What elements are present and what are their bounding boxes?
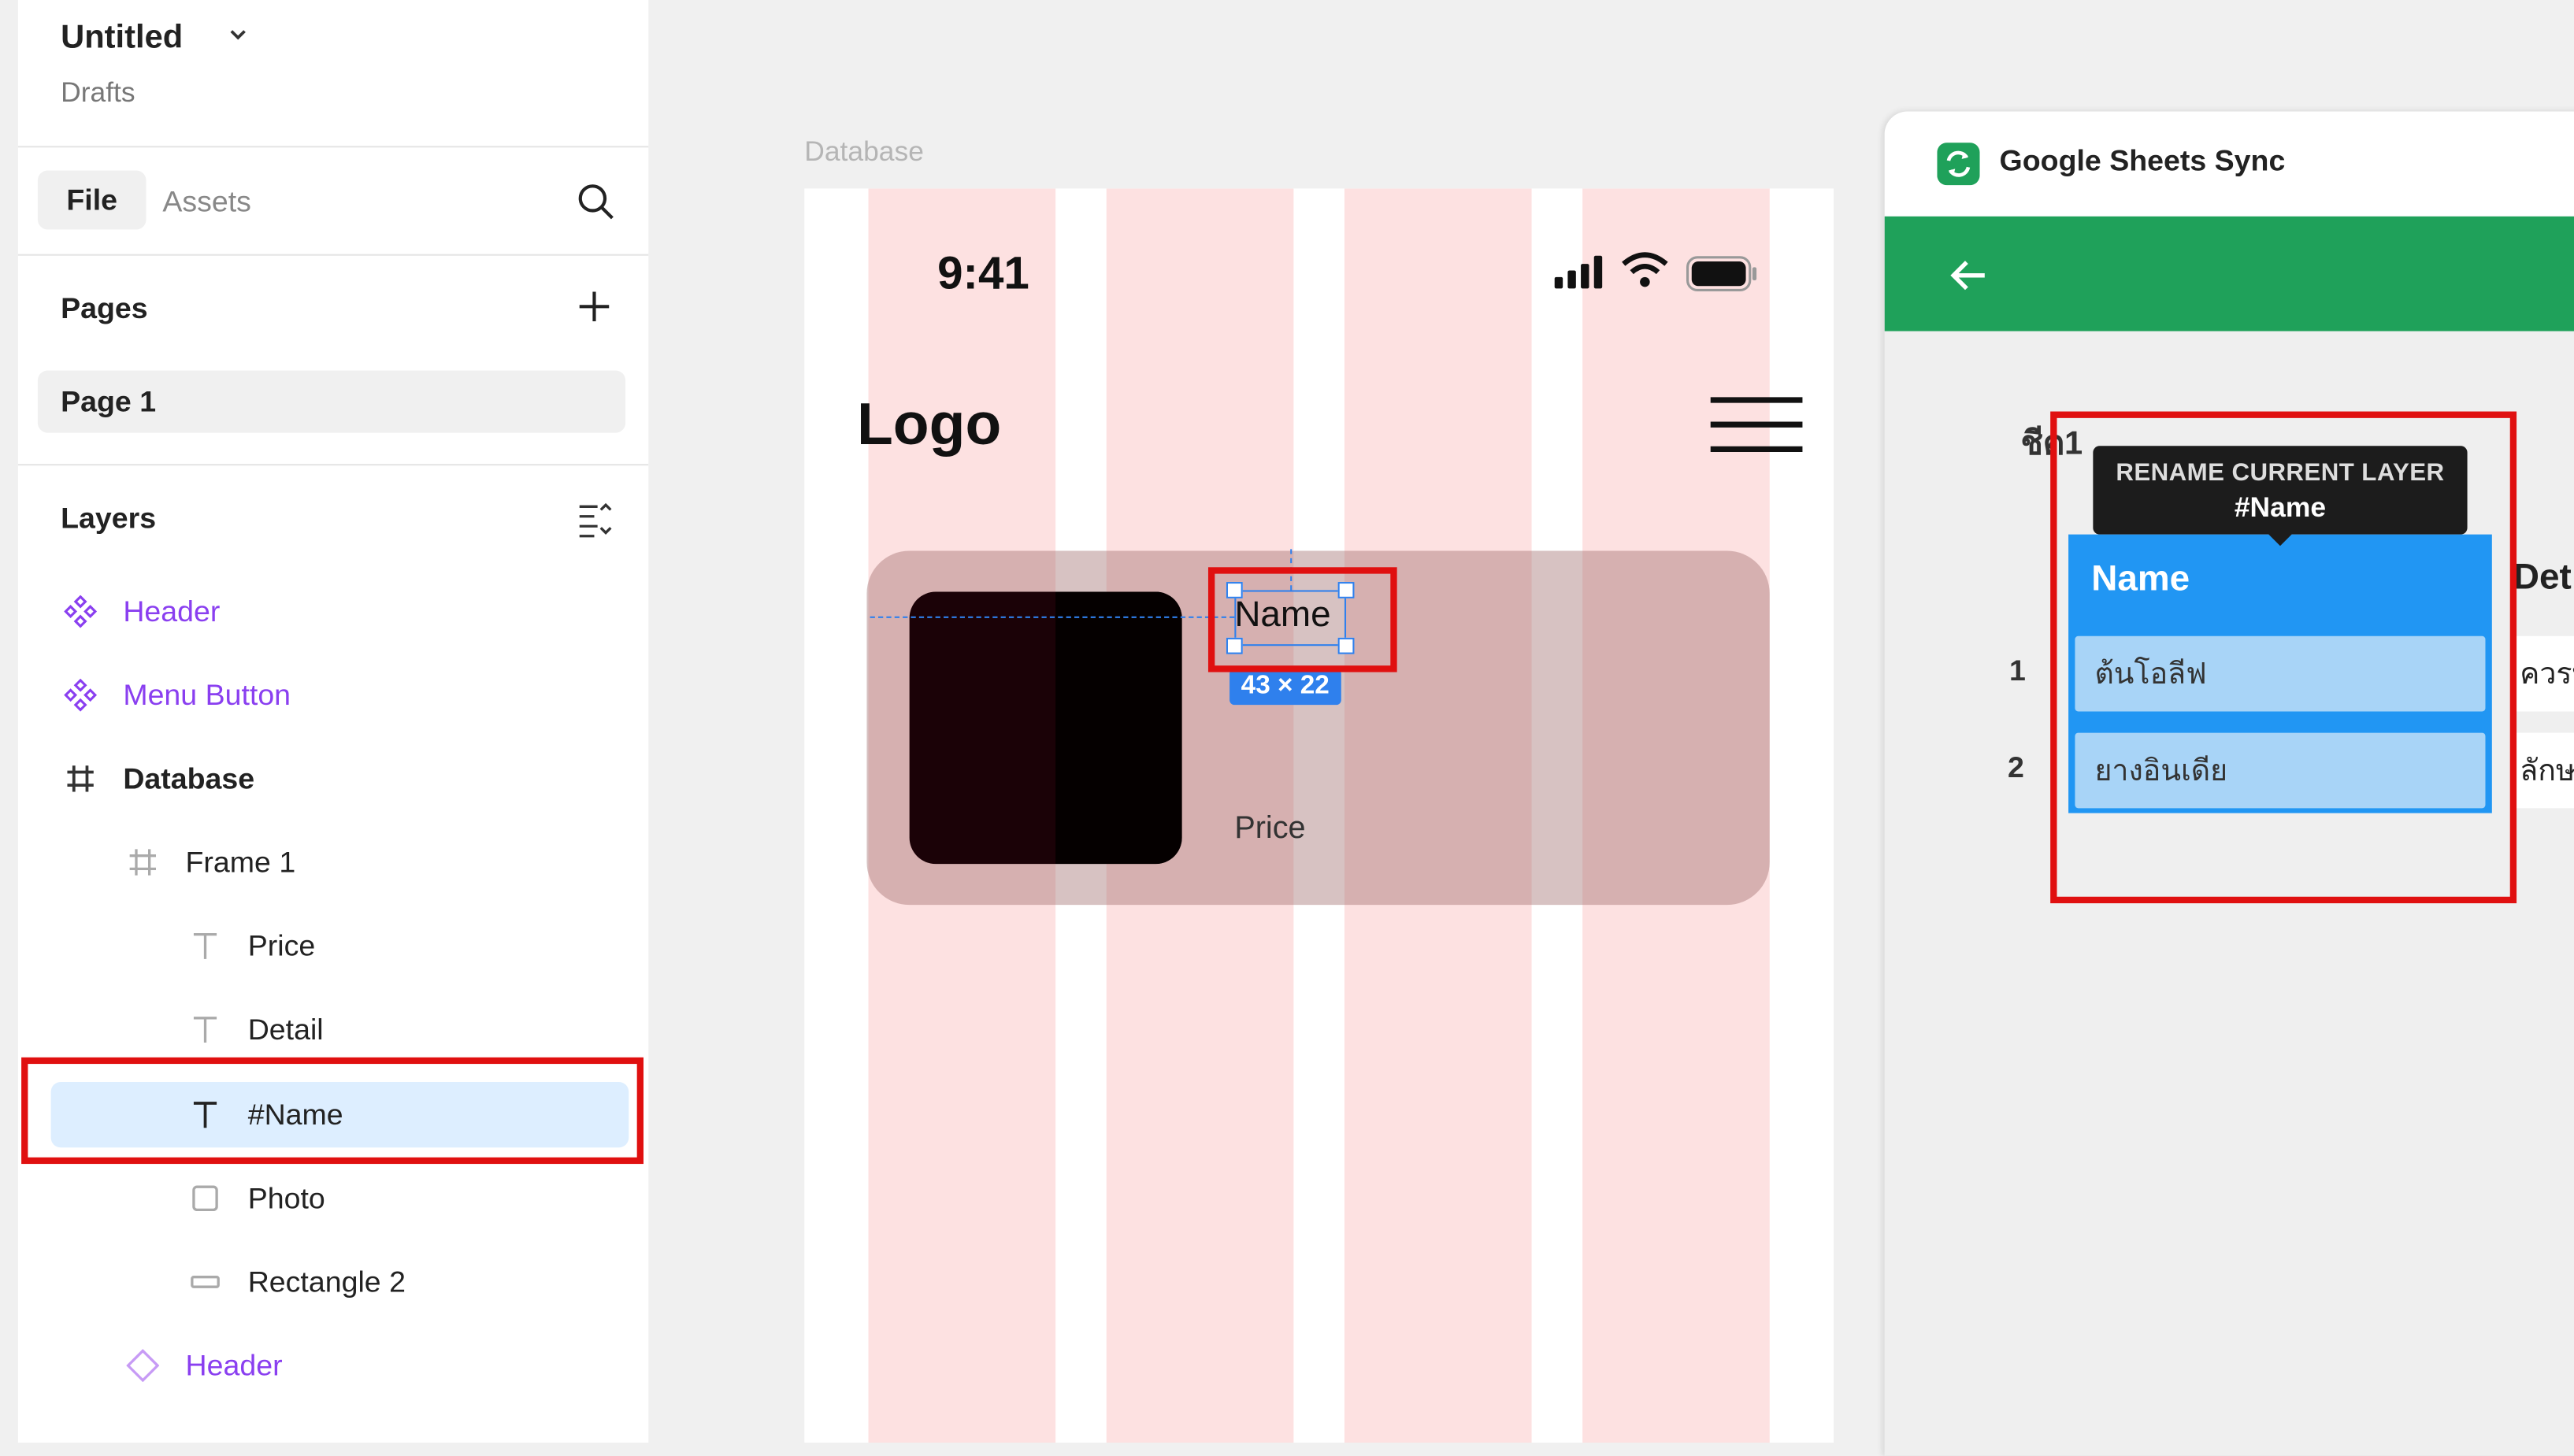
rectangle-icon	[186, 1184, 225, 1213]
highlight-name-text	[1207, 567, 1397, 672]
layer-label: Menu Button	[123, 677, 291, 711]
layer-rectangle-2[interactable]: Rectangle 2	[186, 1249, 406, 1314]
back-arrow-icon[interactable]	[1949, 257, 1988, 302]
layer-price-text[interactable]: Price	[186, 913, 316, 979]
component-icon	[61, 678, 100, 712]
layer-label: Photo	[247, 1180, 325, 1214]
detail-cell[interactable]: ควรบ	[2517, 635, 2574, 712]
battery-icon	[1686, 256, 1758, 300]
detail-column-header[interactable]: Det	[2513, 556, 2572, 598]
signal-icon	[1553, 254, 1609, 298]
layer-label: Database	[123, 761, 255, 795]
file-title[interactable]: Untitled	[61, 20, 183, 57]
layer-photo[interactable]: Photo	[186, 1165, 325, 1231]
layer-label: Header	[185, 1348, 283, 1381]
collapse-layers-icon[interactable]	[577, 502, 616, 546]
layers-heading: Layers	[61, 502, 157, 535]
database-frame[interactable]: 9:41 Logo Name 43 × 22 Price	[804, 188, 1834, 1443]
card-price-text[interactable]: Price	[1234, 811, 1305, 847]
instance-icon	[123, 1349, 162, 1382]
chevron-down-icon[interactable]	[228, 24, 248, 49]
measure-guide-horizontal	[870, 616, 1235, 618]
layer-label: Price	[247, 928, 316, 961]
layer-database-frame[interactable]: Database	[61, 746, 254, 811]
file-location[interactable]: Drafts	[61, 77, 135, 110]
status-time: 9:41	[937, 247, 1029, 298]
tab-file[interactable]: File	[37, 170, 147, 230]
highlight-name-column	[2050, 411, 2517, 904]
rectangle-icon	[186, 1267, 225, 1296]
component-icon	[61, 595, 100, 628]
card-photo[interactable]	[909, 591, 1182, 865]
wifi-icon	[1620, 251, 1670, 298]
frame-icon	[61, 764, 100, 793]
pages-heading: Pages	[61, 291, 148, 325]
highlight-selected-layer	[21, 1057, 644, 1165]
logo-text[interactable]: Logo	[857, 390, 1001, 458]
detail-cell[interactable]: ลักษ	[2517, 732, 2574, 809]
layer-detail-text[interactable]: Detail	[186, 997, 324, 1062]
add-page-icon[interactable]	[577, 288, 613, 332]
layer-label: Frame 1	[185, 845, 296, 878]
layers-panel: Untitled Drafts File Assets Pages Page 1…	[17, 0, 649, 1443]
selection-size-badge: 43 × 22	[1230, 669, 1341, 706]
layer-header-component[interactable]: Header	[61, 579, 220, 644]
text-icon	[186, 1015, 225, 1044]
layer-frame-1[interactable]: Frame 1	[123, 829, 295, 895]
hamburger-menu-icon[interactable]	[1709, 395, 1804, 462]
layer-label: Header	[123, 594, 221, 628]
row-number: 1	[2009, 654, 2026, 687]
frame-icon	[123, 847, 162, 876]
sync-logo-icon	[1937, 143, 1980, 194]
text-icon	[186, 931, 225, 960]
page-item-1[interactable]: Page 1	[37, 370, 626, 433]
row-number: 2	[2007, 750, 2024, 784]
layer-header-instance[interactable]: Header	[123, 1333, 283, 1399]
search-icon[interactable]	[577, 182, 616, 229]
tab-assets[interactable]: Assets	[162, 185, 251, 220]
layer-label: Detail	[247, 1012, 324, 1046]
layer-label: Rectangle 2	[247, 1265, 406, 1298]
layer-menu-button-component[interactable]: Menu Button	[61, 662, 291, 728]
frame-label[interactable]: Database	[804, 136, 924, 169]
plugin-title: Google Sheets Sync	[1999, 144, 2286, 177]
